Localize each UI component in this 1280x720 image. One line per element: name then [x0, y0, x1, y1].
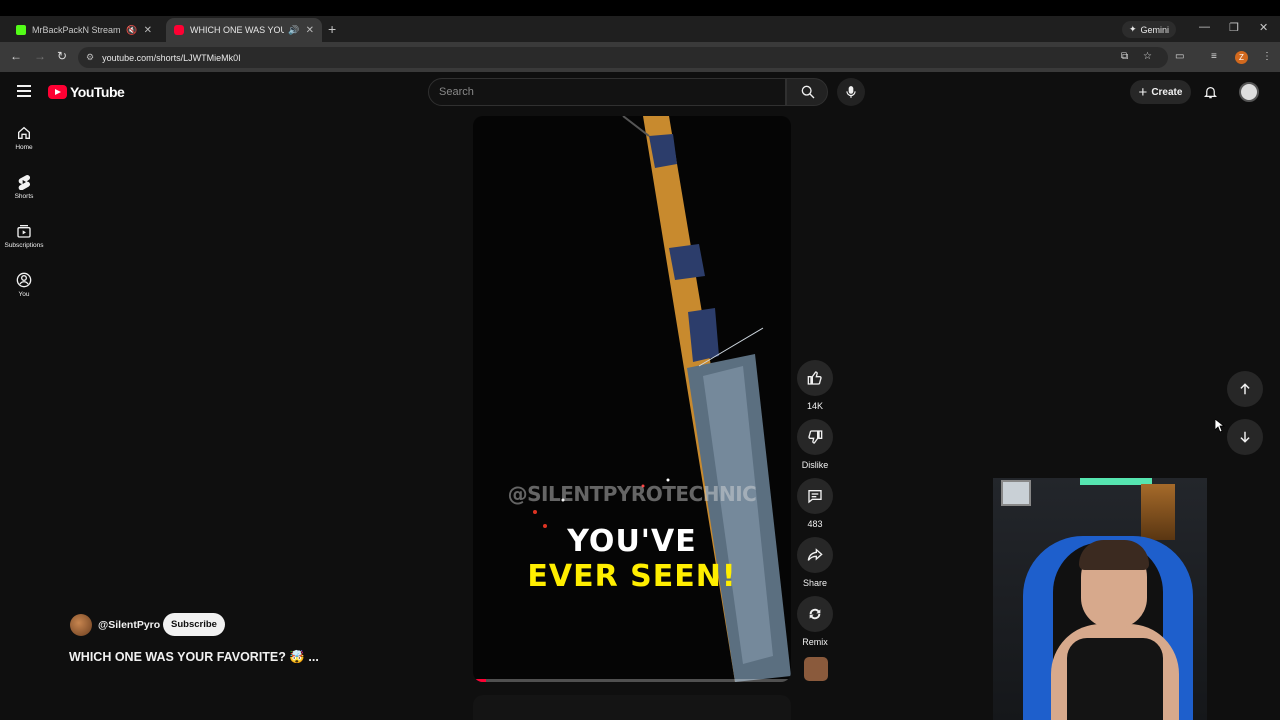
minimize-icon[interactable]: —: [1199, 21, 1210, 33]
back-icon[interactable]: ←: [10, 49, 22, 63]
youtube-favicon-icon: [174, 25, 184, 35]
gemini-label: Gemini: [1140, 24, 1170, 35]
address-bar[interactable]: ⚙ youtube.com/shorts/LJWTMieMk0I: [78, 47, 1168, 68]
search-button[interactable]: [786, 78, 828, 106]
shorts-video-player[interactable]: @SILENTPYROTECHNIC YOU'VE EVER SEEN!: [473, 116, 791, 682]
tab-title: MrBackPackN Stream - Watch: [32, 25, 122, 35]
arrow-down-icon: [1240, 431, 1250, 443]
close-tab-icon[interactable]: ✕: [306, 25, 314, 36]
hamburger-menu-icon[interactable]: [17, 85, 31, 97]
close-window-icon[interactable]: ✕: [1259, 21, 1268, 34]
share-label: Share: [802, 578, 828, 588]
create-label: Create: [1151, 86, 1183, 98]
streamer-webcam-overlay: [993, 478, 1207, 720]
muted-icon[interactable]: 🔇: [126, 25, 137, 36]
top-band: [0, 0, 1280, 16]
create-button[interactable]: + Create: [1130, 80, 1191, 104]
dislike-label: Dislike: [801, 460, 829, 470]
next-short-preview: [473, 695, 791, 720]
like-button[interactable]: 14K: [797, 360, 833, 411]
voice-search-button[interactable]: [837, 78, 865, 106]
webcam-person-shirt: [1067, 638, 1163, 720]
arrow-up-icon: [1240, 383, 1250, 395]
bookmark-star-icon[interactable]: ☆: [1143, 51, 1152, 62]
webcam-wall-frame: [1001, 480, 1031, 506]
sidebar-item-home[interactable]: Home: [0, 125, 48, 151]
channel-avatar-thumbnail[interactable]: [804, 657, 828, 681]
microphone-icon: [846, 86, 856, 98]
search-input[interactable]: Search: [428, 78, 786, 106]
url-text: youtube.com/shorts/LJWTMieMk0I: [102, 52, 241, 63]
home-icon: [18, 126, 30, 139]
subscriptions-icon: [17, 225, 31, 238]
video-overlay-caption-line2: EVER SEEN!: [527, 559, 737, 594]
logo-text: YouTube: [70, 84, 125, 100]
next-short-button[interactable]: [1227, 419, 1263, 455]
video-progress-fill: [473, 679, 486, 682]
tab-title: WHICH ONE WAS YOUR FAVORITE: [190, 25, 285, 35]
notifications-bell-icon[interactable]: [1203, 84, 1218, 100]
short-title[interactable]: WHICH ONE WAS YOUR FAVORITE? 🤯 ...: [69, 650, 319, 665]
previous-short-button[interactable]: [1227, 371, 1263, 407]
sidebar-item-shorts[interactable]: Shorts: [0, 174, 48, 200]
sidebar-item-label: Subscriptions: [4, 242, 44, 249]
sidebar-item-label: Shorts: [14, 193, 34, 200]
audio-playing-icon[interactable]: 🔊: [288, 25, 299, 36]
remix-icon: [809, 608, 821, 620]
you-icon: [16, 272, 32, 288]
gemini-button[interactable]: ✦ Gemini: [1122, 21, 1177, 38]
comment-count: 483: [807, 519, 823, 529]
search-icon: [801, 85, 815, 99]
dislike-button[interactable]: Dislike: [797, 419, 833, 470]
sidebar-item-label: You: [18, 291, 30, 298]
share-button[interactable]: Share: [797, 537, 833, 588]
remix-label: Remix: [802, 637, 828, 647]
more-menu-icon[interactable]: ⋮: [1262, 51, 1272, 62]
comments-button[interactable]: 483: [797, 478, 833, 529]
channel-avatar[interactable]: [70, 614, 92, 636]
mouse-cursor-icon: [1215, 419, 1225, 433]
shorts-icon: [18, 174, 30, 190]
reload-icon[interactable]: ↻: [57, 49, 67, 63]
video-frame-firework-pole: [533, 116, 791, 682]
like-count: 14K: [806, 401, 823, 411]
tab-youtube-short[interactable]: WHICH ONE WAS YOUR FAVORITE 🔊 ✕: [166, 18, 322, 42]
sidebar-item-label: Home: [15, 144, 33, 151]
media-controls-icon[interactable]: ≡: [1211, 51, 1217, 62]
subscribe-button[interactable]: Subscribe: [163, 613, 225, 636]
new-tab-icon[interactable]: +: [328, 21, 336, 37]
youtube-logo[interactable]: YouTube: [48, 84, 125, 100]
thumbs-down-icon: [808, 430, 823, 444]
remix-button[interactable]: Remix: [797, 596, 833, 647]
close-tab-icon[interactable]: ✕: [144, 25, 152, 36]
comment-icon: [808, 490, 822, 504]
tab-mrbackpackn[interactable]: MrBackPackN Stream - Watch 🔇 ✕: [8, 18, 160, 42]
plus-icon: +: [1138, 83, 1148, 101]
webcam-person-hair: [1079, 540, 1149, 570]
account-avatar[interactable]: [1239, 82, 1259, 102]
video-progress-bar[interactable]: [473, 679, 791, 682]
install-app-icon[interactable]: ⧉: [1121, 51, 1128, 62]
site-info-icon[interactable]: ⚙: [86, 52, 94, 63]
video-overlay-caption-line1: YOU'VE: [567, 524, 697, 559]
cast-icon[interactable]: ▭: [1175, 51, 1184, 62]
profile-avatar[interactable]: Z: [1235, 51, 1248, 64]
youtube-play-icon: [48, 85, 67, 99]
restore-icon[interactable]: ❐: [1229, 21, 1239, 34]
webcam-tiger-poster: [1141, 484, 1175, 540]
video-overlay-handle: @SILENTPYROTECHNIC: [507, 482, 757, 506]
gemini-sparkle-icon: ✦: [1129, 24, 1137, 34]
channel-handle[interactable]: @SilentPyro: [98, 619, 160, 631]
share-icon: [807, 548, 823, 561]
sidebar-item-you[interactable]: You: [0, 272, 48, 298]
forward-icon[interactable]: →: [34, 49, 46, 63]
thumbs-up-icon: [807, 371, 822, 385]
sidebar-item-subscriptions[interactable]: Subscriptions: [0, 223, 48, 249]
kick-icon: [16, 25, 26, 35]
